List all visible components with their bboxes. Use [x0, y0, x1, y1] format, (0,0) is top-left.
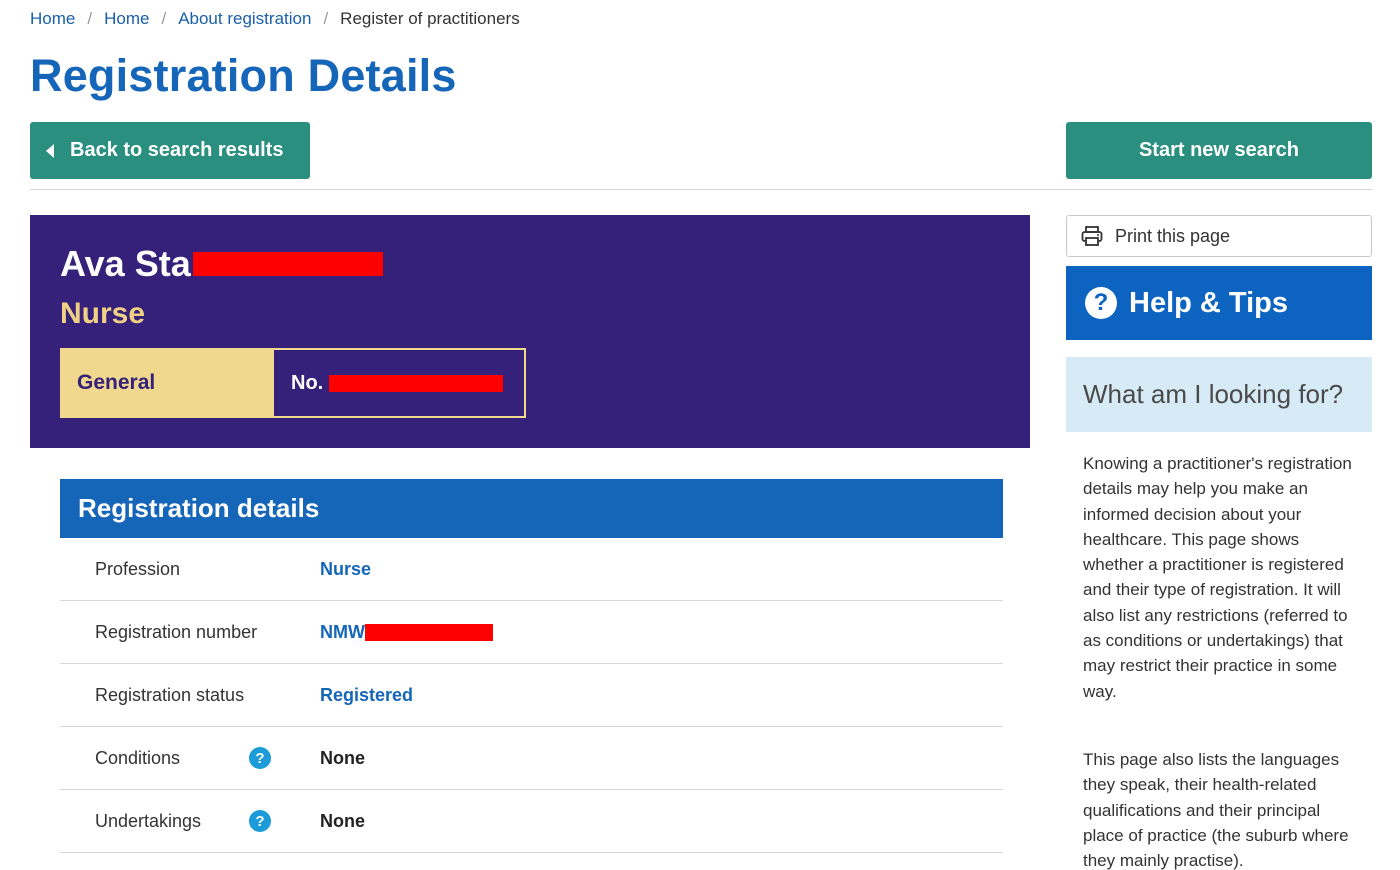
- registration-details-panel: Registration details Profession Nurse Re…: [60, 479, 1003, 853]
- question-circle-icon: ?: [1085, 287, 1117, 319]
- help-and-tips-header: ? Help & Tips: [1066, 266, 1372, 340]
- detail-label: Undertakings: [95, 810, 202, 831]
- redaction-bar: [192, 252, 383, 276]
- redaction-bar: [329, 374, 504, 392]
- back-to-results-button[interactable]: Back to search results: [30, 122, 310, 179]
- breadcrumb-current: Register of practitioners: [340, 9, 520, 28]
- detail-label: Registration number: [95, 621, 258, 642]
- breadcrumb-separator: /: [161, 9, 167, 28]
- breadcrumb: Home / Home / About registration / Regis…: [30, 9, 520, 29]
- registration-number-badge: No.: [272, 348, 526, 418]
- back-button-label: Back to search results: [70, 139, 284, 161]
- practitioner-name-text: Ava Sta: [60, 243, 191, 284]
- page-title: Registration Details: [30, 50, 457, 101]
- help-paragraph-1: Knowing a practitioner's registration de…: [1083, 454, 1352, 701]
- number-label: No.: [291, 371, 324, 394]
- detail-label: Registration status: [95, 684, 245, 705]
- registration-details-header: Registration details: [60, 479, 1003, 538]
- detail-label: Profession: [95, 558, 181, 579]
- breadcrumb-about-registration[interactable]: About registration: [178, 9, 311, 29]
- divider: [30, 189, 1372, 190]
- printer-icon: [1081, 226, 1103, 246]
- print-label: Print this page: [1115, 225, 1231, 246]
- caret-left-icon: [46, 143, 54, 158]
- practitioner-profession: Nurse: [60, 297, 146, 330]
- breadcrumb-home-2[interactable]: Home: [104, 9, 149, 29]
- print-page-button[interactable]: Print this page: [1066, 215, 1372, 257]
- what-am-i-looking-for[interactable]: What am I looking for?: [1066, 357, 1372, 432]
- help-paragraph-2: This page also lists the languages they …: [1083, 750, 1349, 870]
- question-circle-icon[interactable]: ?: [249, 810, 271, 832]
- detail-value: None: [320, 810, 365, 831]
- practitioner-hero: Ava Sta Nurse General No.: [30, 215, 1030, 448]
- registration-type-badge: General: [60, 348, 272, 418]
- start-new-search-button[interactable]: Start new search: [1066, 122, 1372, 179]
- detail-value: Nurse: [320, 558, 372, 579]
- registration-badge: General No.: [60, 348, 526, 418]
- redaction-bar: [364, 623, 493, 641]
- detail-row-profession: Profession Nurse: [60, 538, 1003, 601]
- question-circle-icon[interactable]: ?: [249, 747, 271, 769]
- detail-value: None: [320, 747, 365, 768]
- breadcrumb-home[interactable]: Home: [30, 9, 75, 29]
- breadcrumb-separator: /: [87, 9, 93, 28]
- detail-row-conditions: Conditions ? None: [60, 727, 1003, 790]
- detail-row-undertakings: Undertakings ? None: [60, 790, 1003, 853]
- breadcrumb-separator: /: [323, 9, 329, 28]
- new-search-label: Start new search: [1138, 139, 1300, 161]
- registration-number-prefix: NMW: [320, 621, 365, 642]
- detail-row-registration-number: Registration number NMW: [60, 601, 1003, 664]
- detail-value: NMW: [320, 622, 493, 643]
- detail-value: Registered: [320, 684, 414, 705]
- detail-label: Conditions: [95, 747, 181, 768]
- practitioner-name: Ava Sta: [60, 243, 383, 285]
- help-title: Help & Tips: [1129, 286, 1288, 319]
- detail-row-registration-status: Registration status Registered: [60, 664, 1003, 727]
